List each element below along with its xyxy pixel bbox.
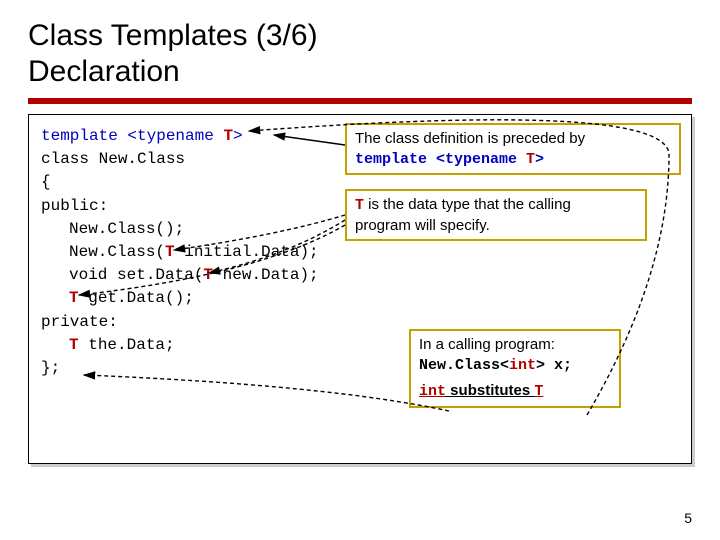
title-rule	[28, 98, 692, 104]
slide-title: Class Templates (3/6) Declaration	[28, 18, 692, 90]
title-line-2: Declaration	[28, 55, 180, 88]
code-line-7: void set.Data(T new.Data);	[41, 264, 679, 287]
title-line-1: Class Templates (3/6)	[28, 19, 318, 52]
page-number: 5	[684, 510, 692, 526]
code-line-8: T get.Data();	[41, 287, 679, 310]
callout-calling-program: In a calling program: New.Class<int> x; …	[409, 329, 621, 408]
callout-substitutes-line: int substitutes T	[419, 381, 611, 402]
code-box: template <typename T> class New.Class { …	[28, 114, 692, 464]
callout-t-datatype: T is the data type that the calling prog…	[345, 189, 647, 241]
callout-definition-preceded: The class definition is preceded by temp…	[345, 123, 681, 175]
code-line-6: New.Class(T initial.Data);	[41, 241, 679, 264]
